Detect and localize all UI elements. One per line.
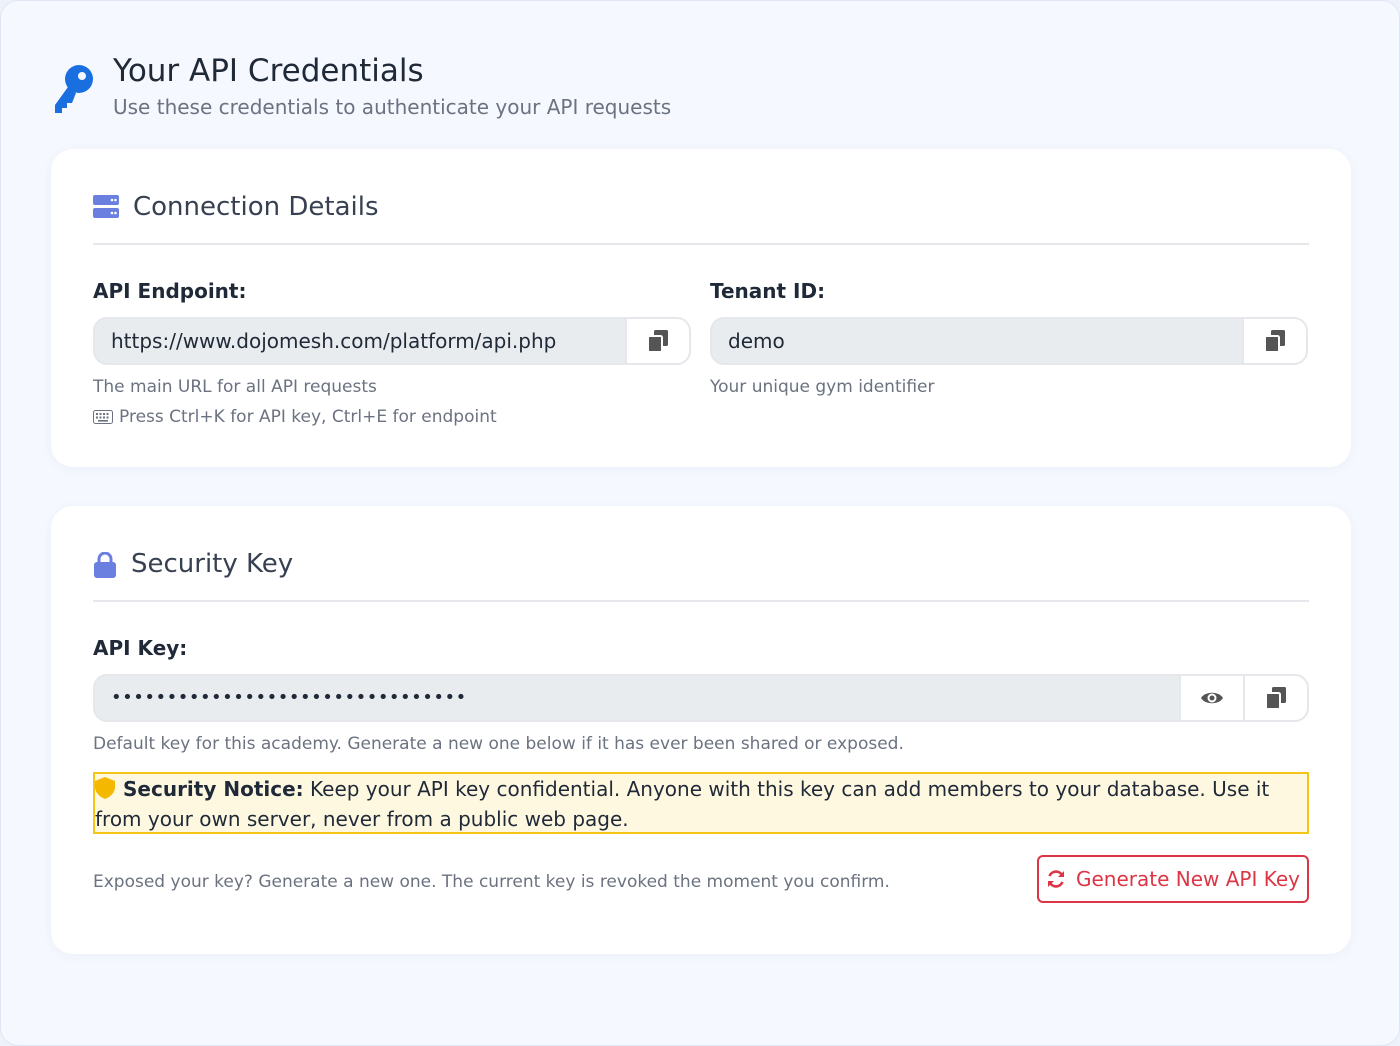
server-icon xyxy=(93,195,119,218)
api-key-hint: Default key for this academy. Generate a… xyxy=(93,734,904,754)
key-icon xyxy=(55,65,93,113)
copy-icon xyxy=(1265,330,1285,352)
api-endpoint-input[interactable]: https://www.dojomesh.com/platform/api.ph… xyxy=(95,319,625,363)
security-key-header: Security Key xyxy=(93,546,1309,602)
keyboard-icon xyxy=(93,410,113,424)
refresh-icon xyxy=(1047,870,1064,888)
api-endpoint-input-group: https://www.dojomesh.com/platform/api.ph… xyxy=(93,317,691,365)
page-subtitle: Use these credentials to authenticate yo… xyxy=(113,95,672,119)
connection-details-header: Connection Details xyxy=(93,189,1309,245)
api-endpoint-hint: The main URL for all API requests xyxy=(93,377,377,397)
api-key-input[interactable]: •••••••••••••••••••••••••••••••• xyxy=(95,676,1179,720)
copy-endpoint-button[interactable] xyxy=(625,319,689,363)
api-endpoint-field: API Endpoint: https://www.dojomesh.com/p… xyxy=(93,279,691,427)
page-title: Your API Credentials xyxy=(113,53,424,89)
tenant-id-input-group: demo xyxy=(710,317,1308,365)
tenant-id-field: Tenant ID: demo Your unique gym identifi… xyxy=(710,279,1308,397)
connection-details-card: Connection Details API Endpoint: https:/… xyxy=(51,149,1351,467)
api-key-label: API Key: xyxy=(93,636,188,660)
copy-icon xyxy=(648,330,668,352)
security-key-card: Security Key API Key: ••••••••••••••••••… xyxy=(51,506,1351,954)
tenant-id-input[interactable]: demo xyxy=(712,319,1242,363)
generate-new-api-key-label: Generate New API Key xyxy=(1075,867,1300,891)
generate-new-api-key-button[interactable]: Generate New API Key xyxy=(1037,855,1309,903)
copy-icon xyxy=(1266,687,1286,709)
eye-icon xyxy=(1201,692,1223,704)
regenerate-description: Exposed your key? Generate a new one. Th… xyxy=(93,872,890,892)
lock-icon xyxy=(94,552,116,578)
toggle-visibility-button[interactable] xyxy=(1179,676,1243,720)
api-key-input-group: •••••••••••••••••••••••••••••••• xyxy=(93,674,1309,722)
shield-icon xyxy=(95,777,115,799)
security-key-title: Security Key xyxy=(131,549,294,579)
security-notice: Security Notice: Keep your API key confi… xyxy=(93,772,1309,834)
page-header: Your API Credentials Use these credentia… xyxy=(51,51,671,123)
connection-details-title: Connection Details xyxy=(133,192,379,222)
api-endpoint-label: API Endpoint: xyxy=(93,279,247,303)
copy-api-key-button[interactable] xyxy=(1243,676,1307,720)
credentials-page: Your API Credentials Use these credentia… xyxy=(0,0,1400,1046)
tenant-id-hint: Your unique gym identifier xyxy=(710,377,935,397)
tenant-id-label: Tenant ID: xyxy=(710,279,826,303)
security-notice-title: Security Notice: xyxy=(123,777,304,801)
copy-tenant-button[interactable] xyxy=(1242,319,1306,363)
keyboard-shortcut-hint: Press Ctrl+K for API key, Ctrl+E for end… xyxy=(93,407,691,427)
keyboard-shortcut-text: Press Ctrl+K for API key, Ctrl+E for end… xyxy=(119,407,497,427)
api-key-field: API Key: •••••••••••••••••••••••••••••••… xyxy=(93,636,1309,754)
